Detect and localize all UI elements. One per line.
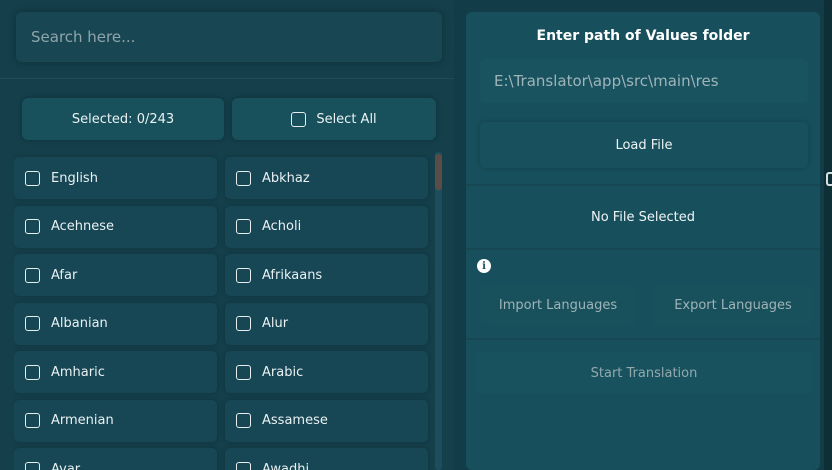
- checkbox-icon[interactable]: [291, 111, 307, 127]
- file-status: No File Selected: [590, 210, 696, 225]
- language-label: Albanian: [51, 316, 108, 331]
- start-translation-label: Start Translation: [590, 365, 698, 381]
- checkbox-icon[interactable]: [25, 461, 40, 470]
- edge-handle-icon: [826, 172, 832, 186]
- import-languages-button[interactable]: Import Languages: [480, 284, 636, 326]
- language-label: Abkhaz: [262, 170, 310, 186]
- checkbox-icon[interactable]: [25, 170, 40, 186]
- language-label: Armenian: [51, 413, 114, 428]
- export-languages-button[interactable]: Export Languages: [652, 284, 814, 326]
- language-label: Acehnese: [51, 219, 115, 234]
- load-file-label: Load File: [615, 137, 673, 153]
- import-languages-label: Import Languages: [498, 297, 618, 313]
- language-item[interactable]: Acholi: [225, 205, 428, 248]
- select-all-button[interactable]: Select All: [232, 98, 436, 140]
- language-label: Amharic: [51, 364, 105, 380]
- checkbox-icon[interactable]: [236, 461, 251, 470]
- divider: [466, 338, 820, 340]
- checkbox-icon[interactable]: [25, 219, 40, 234]
- search-box: [16, 12, 442, 62]
- language-item[interactable]: Armenian: [14, 399, 217, 442]
- divider: [0, 78, 454, 79]
- checkbox-icon[interactable]: [25, 267, 40, 283]
- language-item[interactable]: Albanian: [14, 302, 217, 345]
- path-input[interactable]: E:\Translator\app\src\main\res: [480, 59, 808, 103]
- checkbox-icon[interactable]: [236, 364, 251, 380]
- divider: [466, 248, 820, 250]
- language-label: English: [51, 170, 98, 186]
- values-folder-title: Enter path of Values folder: [536, 28, 750, 44]
- language-item[interactable]: Afar: [14, 254, 217, 296]
- divider: [466, 184, 820, 186]
- language-item[interactable]: Awadhi: [225, 448, 428, 470]
- language-label: Afar: [51, 267, 78, 283]
- language-label: Avar: [51, 461, 81, 470]
- search-input[interactable]: [16, 12, 442, 62]
- language-item[interactable]: Amharic: [14, 351, 217, 393]
- language-item[interactable]: Avar: [14, 448, 217, 470]
- checkbox-icon[interactable]: [236, 219, 251, 234]
- checkbox-icon[interactable]: [236, 170, 251, 186]
- load-file-button[interactable]: Load File: [480, 122, 808, 168]
- app-window: Selected: 0/243 Select All English Abkhaz…: [0, 0, 832, 470]
- scrollbar-track[interactable]: [435, 152, 442, 470]
- checkbox-icon[interactable]: [25, 413, 40, 428]
- info-icon[interactable]: i: [477, 259, 491, 273]
- language-label: Afrikaans: [262, 267, 323, 283]
- language-item[interactable]: English: [14, 157, 217, 199]
- language-label: Awadhi: [262, 461, 310, 470]
- language-item[interactable]: Arabic: [225, 351, 428, 393]
- scrollbar-thumb[interactable]: [435, 154, 442, 190]
- settings-panel: Enter path of Values folder E:\Translato…: [466, 12, 820, 470]
- checkbox-icon[interactable]: [236, 316, 251, 331]
- language-item[interactable]: Alur: [225, 302, 428, 345]
- selected-count-label: Selected: 0/243: [71, 111, 175, 127]
- checkbox-icon[interactable]: [25, 316, 40, 331]
- language-panel: Selected: 0/243 Select All English Abkhaz…: [0, 0, 454, 470]
- checkbox-icon[interactable]: [236, 267, 251, 283]
- window-edge: [824, 0, 832, 470]
- selected-count-button[interactable]: Selected: 0/243: [22, 98, 224, 140]
- language-label: Assamese: [262, 413, 328, 428]
- language-item[interactable]: Acehnese: [14, 205, 217, 248]
- checkbox-icon[interactable]: [236, 413, 251, 428]
- language-label: Arabic: [262, 364, 304, 380]
- export-languages-label: Export Languages: [674, 297, 792, 313]
- start-translation-button[interactable]: Start Translation: [476, 352, 812, 394]
- language-item[interactable]: Assamese: [225, 399, 428, 442]
- language-item[interactable]: Afrikaans: [225, 254, 428, 296]
- select-all-label: Select All: [316, 111, 377, 127]
- language-item[interactable]: Abkhaz: [225, 157, 428, 199]
- language-label: Alur: [262, 316, 289, 331]
- checkbox-icon[interactable]: [25, 364, 40, 380]
- language-label: Acholi: [262, 219, 302, 234]
- language-list: English Abkhaz Acehnese Acholi Afar Afrikaans…: [14, 150, 434, 470]
